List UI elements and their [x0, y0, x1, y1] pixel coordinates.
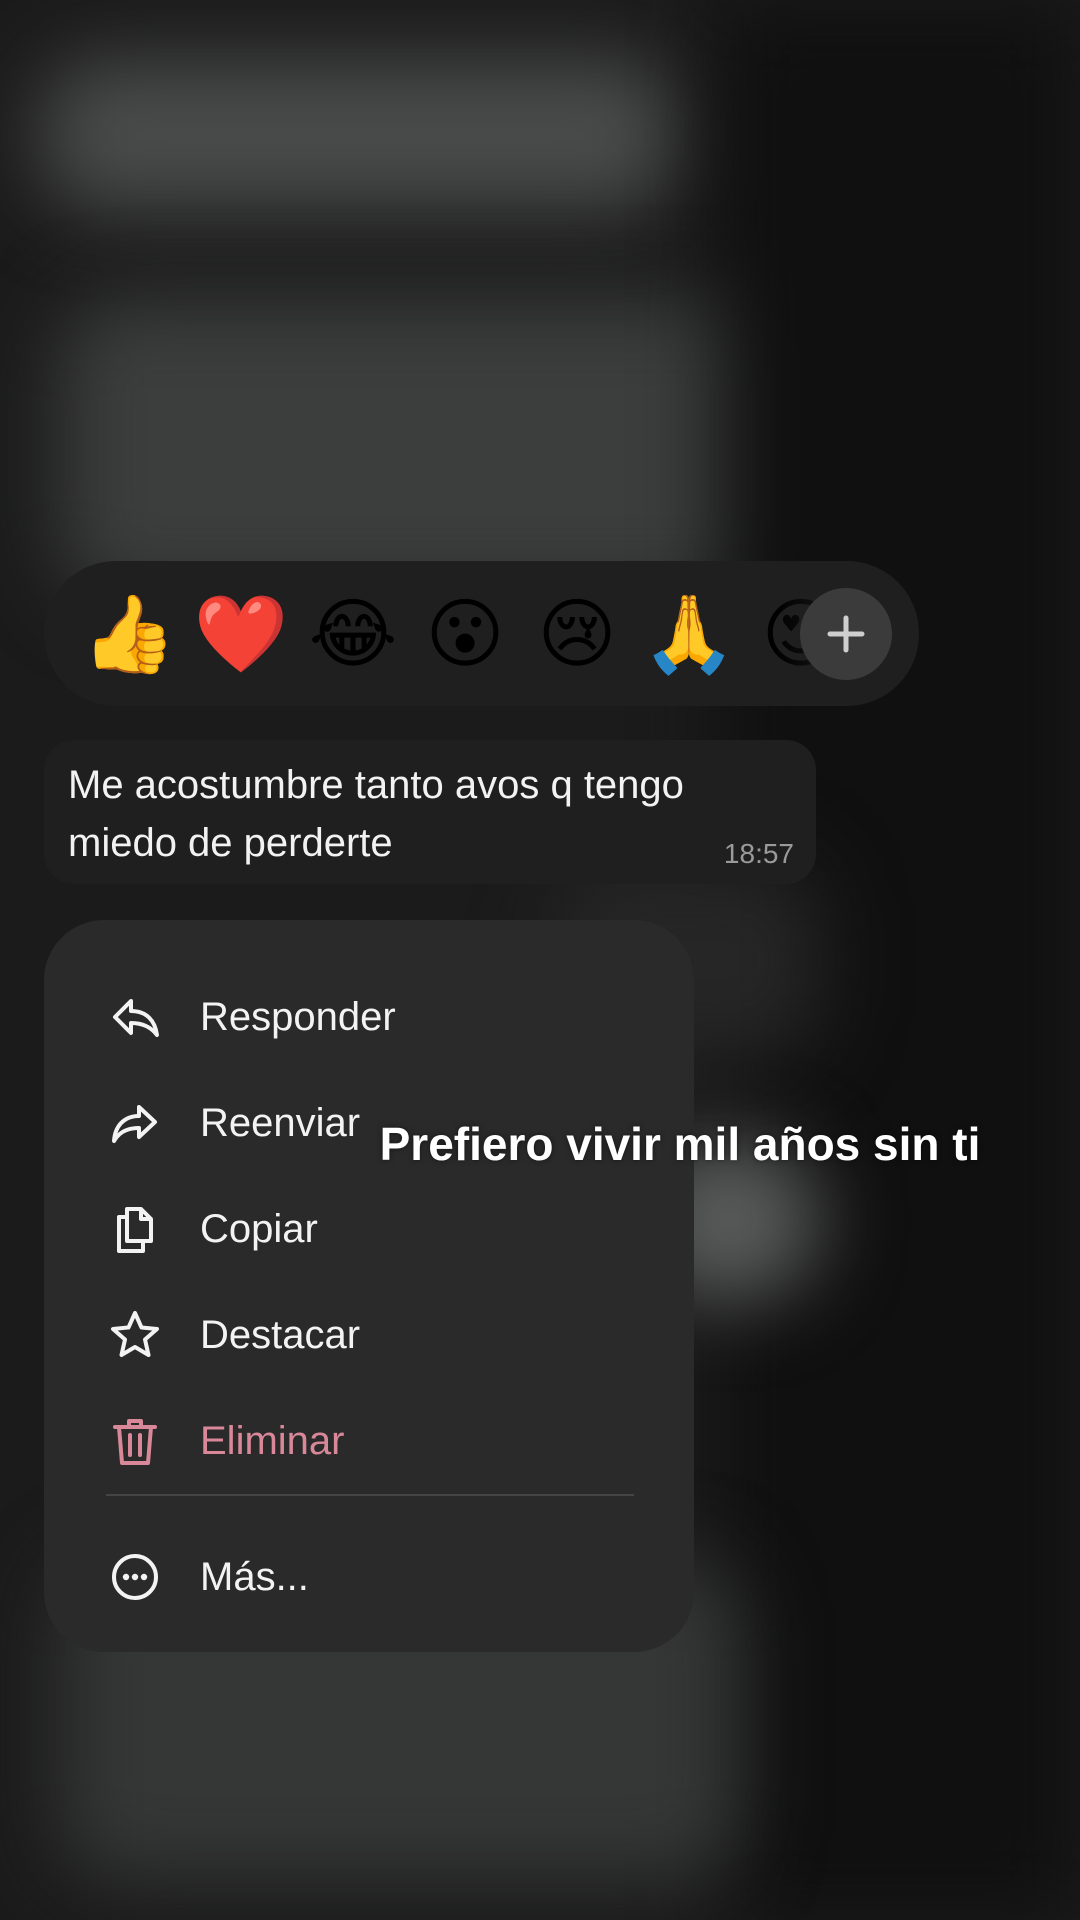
reaction-tears-of-joy[interactable]: 😂 — [298, 561, 408, 706]
menu-label-copiar: Copiar — [200, 1206, 318, 1251]
reaction-crying-face[interactable]: 😢 — [522, 561, 632, 706]
reaction-bar: 👍 ❤️ 😂 😮 😢 🙏 😍 — [44, 561, 919, 706]
forward-icon — [108, 1096, 162, 1150]
menu-item-mas[interactable]: Más... — [44, 1532, 694, 1622]
reply-icon — [108, 990, 162, 1044]
menu-label-mas: Más... — [200, 1554, 309, 1599]
message-bubble[interactable]: Me acostumbre tanto avos q tengo miedo d… — [44, 740, 816, 884]
trash-icon — [108, 1414, 162, 1468]
message-context-menu: Responder Reenviar Copiar Destacar Elimi… — [44, 920, 694, 1652]
more-circle-icon — [108, 1550, 162, 1604]
plus-icon — [827, 615, 865, 653]
copy-icon — [108, 1202, 162, 1256]
reaction-red-heart[interactable]: ❤️ — [186, 561, 296, 706]
menu-label-reenviar: Reenviar — [200, 1100, 361, 1145]
blurred-message — [40, 60, 680, 210]
reaction-folded-hands[interactable]: 🙏 — [634, 561, 744, 706]
menu-divider — [106, 1494, 634, 1496]
menu-label-destacar: Destacar — [200, 1312, 361, 1357]
menu-label-eliminar: Eliminar — [200, 1418, 345, 1463]
menu-item-destacar[interactable]: Destacar — [44, 1290, 694, 1380]
message-text: Me acostumbre tanto avos q tengo miedo d… — [68, 763, 684, 865]
star-icon — [108, 1308, 162, 1362]
reaction-thumbs-up[interactable]: 👍 — [74, 561, 184, 706]
menu-item-responder[interactable]: Responder — [44, 972, 694, 1062]
message-time: 18:57 — [723, 838, 794, 869]
menu-item-eliminar[interactable]: Eliminar — [44, 1396, 694, 1486]
menu-label-responder: Responder — [200, 994, 396, 1039]
menu-item-copiar[interactable]: Copiar — [44, 1184, 694, 1274]
reaction-surprised-face[interactable]: 😮 — [410, 561, 520, 706]
more-reactions-button[interactable] — [800, 588, 892, 680]
overlay-caption: Prefiero vivir mil años sin ti — [379, 1118, 981, 1170]
